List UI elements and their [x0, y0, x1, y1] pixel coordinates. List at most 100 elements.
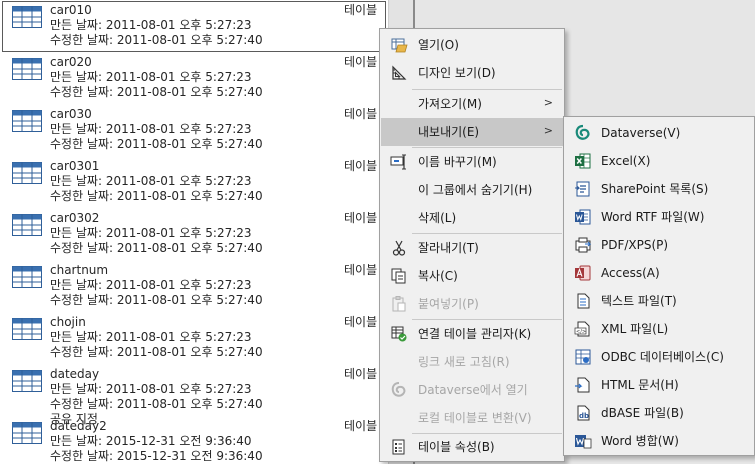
chevron-right-icon: > — [543, 124, 553, 137]
table-modified: 수정한 날짜: 2011-08-01 오후 5:27:40 — [50, 345, 263, 359]
table-icon — [12, 266, 42, 288]
table-icon — [12, 6, 42, 28]
odbc-database-icon — [575, 349, 591, 365]
table-item[interactable]: car010 만든 날짜: 2011-08-01 오후 5:27:23 수정한 날짜… — [0, 0, 388, 52]
dataverse-icon — [391, 382, 406, 397]
menu-item-open-in-dataverse[interactable]: Dataverse에서 열기 — [381, 376, 563, 404]
table-created: 만든 날짜: 2011-08-01 오후 5:27:23 — [50, 330, 252, 344]
menu-item-label: Word RTF 파일(W) — [601, 210, 705, 224]
table-created: 만든 날짜: 2011-08-01 오후 5:27:23 — [50, 278, 252, 292]
table-icon — [12, 58, 42, 80]
table-name: car0301 — [50, 159, 100, 173]
export-item-dataverse[interactable]: Dataverse(V) — [565, 119, 753, 147]
table-type: 테이블 — [344, 263, 378, 277]
menu-item-label: 로컬 테이블로 변환(V) — [418, 411, 532, 425]
table-created: 만든 날짜: 2011-08-01 오후 5:27:23 — [50, 70, 252, 84]
export-item-access[interactable]: Access(A) — [565, 259, 753, 287]
table-item[interactable]: car0302 만든 날짜: 2011-08-01 오후 5:27:23 수정한 날… — [0, 208, 388, 260]
export-item-html[interactable]: HTML 문서(H) — [565, 371, 753, 399]
paste-icon — [392, 296, 406, 312]
table-created: 만든 날짜: 2011-08-01 오후 5:27:23 — [50, 122, 252, 136]
menu-item-export[interactable]: 내보내기(E) > — [381, 118, 563, 146]
menu-item-label: 이름 바꾸기(M) — [418, 155, 497, 169]
menu-item-label: 텍스트 파일(T) — [601, 294, 677, 308]
export-submenu: Dataverse(V) Excel(X) SharePoint 목록(S) W… — [563, 116, 755, 456]
access-icon — [575, 265, 591, 281]
table-created: 만든 날짜: 2011-08-01 오후 5:27:23 — [50, 226, 252, 240]
export-item-sharepoint[interactable]: SharePoint 목록(S) — [565, 175, 753, 203]
menu-item-label: 내보내기(E) — [418, 125, 480, 139]
table-name: chojin — [50, 315, 86, 329]
navigation-pane: car010 만든 날짜: 2011-08-01 오후 5:27:23 수정한 날짜… — [0, 0, 388, 464]
menu-item-copy[interactable]: 복사(C) — [381, 262, 563, 290]
table-type: 테이블 — [344, 419, 378, 433]
table-created: 만든 날짜: 2011-08-01 오후 5:27:23 — [50, 174, 252, 188]
menu-item-label: SharePoint 목록(S) — [601, 182, 709, 196]
table-item[interactable]: chartnum 만든 날짜: 2011-08-01 오후 5:27:23 수정한 … — [0, 260, 388, 312]
text-file-icon — [577, 293, 590, 309]
menu-item-label: 디자인 보기(D) — [418, 66, 496, 80]
menu-item-label: 붙여넣기(P) — [418, 297, 479, 311]
menu-item-delete[interactable]: 삭제(L) — [381, 204, 563, 232]
excel-icon — [575, 153, 591, 169]
menu-item-label: 이 그룹에서 숨기기(H) — [418, 183, 533, 197]
svg-text:</>: </> — [576, 329, 586, 335]
copy-icon — [391, 268, 406, 284]
export-item-pdf-xps[interactable]: PDF/XPS(P) — [565, 231, 753, 259]
export-item-odbc[interactable]: ODBC 데이터베이스(C) — [565, 343, 753, 371]
table-icon — [12, 110, 42, 132]
table-item[interactable]: dateday2 만든 날짜: 2015-12-31 오전 9:36:40 수정한 … — [0, 416, 388, 464]
pdf-xps-icon — [575, 237, 592, 253]
menu-item-linked-table-manager[interactable]: 연결 테이블 관리자(K) — [381, 320, 563, 348]
table-item[interactable]: chojin 만든 날짜: 2011-08-01 오후 5:27:23 수정한 날짜… — [0, 312, 388, 364]
table-icon — [12, 162, 42, 184]
menu-item-open[interactable]: 열기(O) — [381, 31, 563, 59]
menu-item-label: 열기(O) — [418, 38, 459, 52]
table-item[interactable]: dateday 만든 날짜: 2011-08-01 오후 5:27:23 수정한 날… — [0, 364, 388, 426]
menu-item-label: 테이블 속성(B) — [418, 440, 495, 454]
menu-item-import[interactable]: 가져오기(M) > — [381, 90, 563, 118]
table-type: 테이블 — [344, 315, 378, 329]
table-icon — [12, 318, 42, 340]
table-item[interactable]: car020 만든 날짜: 2011-08-01 오후 5:27:23 수정한 날짜… — [0, 52, 388, 104]
scissors-icon — [392, 240, 406, 256]
design-view-icon — [392, 65, 407, 80]
export-item-word-merge[interactable]: Word 병합(W) — [565, 427, 753, 455]
menu-item-cut[interactable]: 잘라내기(T) — [381, 234, 563, 262]
menu-item-label: 연결 테이블 관리자(K) — [418, 327, 532, 341]
menu-item-label: 삭제(L) — [418, 211, 457, 225]
menu-item-table-properties[interactable]: 테이블 속성(B) — [381, 433, 563, 461]
menu-item-hide-in-group[interactable]: 이 그룹에서 숨기기(H) — [381, 176, 563, 204]
chevron-right-icon: > — [543, 96, 553, 109]
export-item-text-file[interactable]: 텍스트 파일(T) — [565, 287, 753, 315]
menu-item-label: 가져오기(M) — [418, 97, 482, 111]
menu-item-label: Dataverse에서 열기 — [418, 383, 528, 397]
menu-item-label: 링크 새로 고침(R) — [418, 355, 510, 369]
export-item-xml-file[interactable]: </> XML 파일(L) — [565, 315, 753, 343]
menu-item-label: Access(A) — [601, 266, 660, 280]
table-modified: 수정한 날짜: 2011-08-01 오후 5:27:40 — [50, 241, 263, 255]
menu-item-label: ODBC 데이터베이스(C) — [601, 350, 724, 364]
table-type: 테이블 — [344, 55, 378, 69]
table-item[interactable]: car0301 만든 날짜: 2011-08-01 오후 5:27:23 수정한 날… — [0, 156, 388, 208]
menu-item-label: PDF/XPS(P) — [601, 238, 669, 252]
table-name: car0302 — [50, 211, 100, 225]
menu-item-refresh-link[interactable]: 링크 새로 고침(R) — [381, 348, 563, 376]
export-item-excel[interactable]: Excel(X) — [565, 147, 753, 175]
menu-item-design-view[interactable]: 디자인 보기(D) — [381, 59, 563, 87]
table-type: 테이블 — [344, 367, 378, 381]
table-item[interactable]: car030 만든 날짜: 2011-08-01 오후 5:27:23 수정한 날짜… — [0, 104, 388, 156]
menu-item-paste[interactable]: 붙여넣기(P) — [381, 290, 563, 318]
export-item-dbase[interactable]: db dBASE 파일(B) — [565, 399, 753, 427]
svg-text:db: db — [579, 412, 589, 420]
table-name: car030 — [50, 107, 92, 121]
dbase-file-icon: db — [577, 405, 590, 421]
dataverse-icon — [575, 124, 590, 140]
table-icon — [12, 214, 42, 236]
menu-item-label: Excel(X) — [601, 154, 651, 168]
table-icon — [12, 370, 42, 392]
menu-item-convert-to-local[interactable]: 로컬 테이블로 변환(V) — [381, 404, 563, 432]
table-name: dateday2 — [50, 419, 107, 433]
menu-item-rename[interactable]: 이름 바꾸기(M) — [381, 148, 563, 176]
export-item-word-rtf[interactable]: Word RTF 파일(W) — [565, 203, 753, 231]
